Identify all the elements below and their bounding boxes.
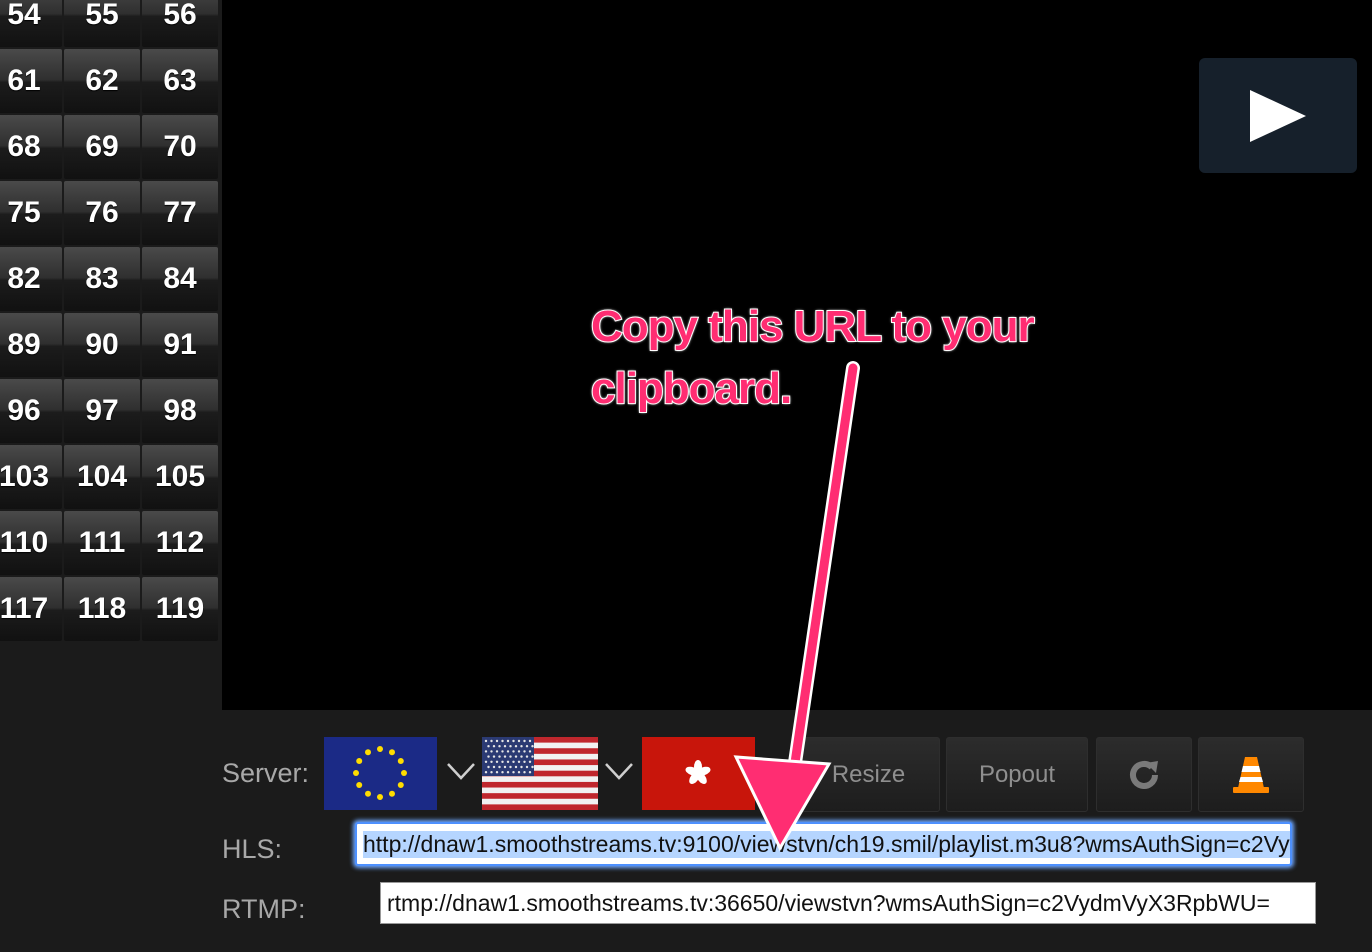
popout-label: Popout bbox=[978, 760, 1056, 788]
resize-label: Resize bbox=[831, 760, 906, 788]
channel-tile[interactable]: 69 bbox=[64, 115, 140, 179]
server-hk-button[interactable] bbox=[642, 737, 755, 810]
resize-button[interactable]: Resize bbox=[797, 737, 940, 812]
channel-sidebar: 54 55 56 61 62 63 68 69 70 75 76 77 82 83 84 89 90 91 96 97… bbox=[0, 0, 222, 952]
channel-tile[interactable]: 55 bbox=[64, 0, 140, 47]
us-flag-icon bbox=[482, 737, 598, 810]
rtmp-url-field[interactable]: rtmp://dnaw1.smoothstreams.tv:36650/view… bbox=[380, 882, 1316, 924]
channel-tile[interactable]: 112 bbox=[142, 511, 218, 575]
rtmp-label: RTMP: bbox=[222, 894, 306, 924]
channel-tile[interactable]: 119 bbox=[142, 577, 218, 641]
channel-tile[interactable]: 61 bbox=[0, 49, 62, 113]
channel-tile[interactable]: 98 bbox=[142, 379, 218, 443]
hls-url-field[interactable]: http://dnaw1.smoothstreams.tv:9100/views… bbox=[355, 822, 1292, 866]
annotation-callout: Copy this URL to your clipboard. bbox=[590, 301, 1036, 414]
channel-tile[interactable]: 89 bbox=[0, 313, 62, 377]
channel-grid: 54 55 56 61 62 63 68 69 70 75 76 77 82 83 84 89 90 91 96 97… bbox=[0, 0, 218, 641]
hls-url-value: http://dnaw1.smoothstreams.tv:9100/views… bbox=[363, 830, 1290, 858]
channel-tile[interactable]: 97 bbox=[64, 379, 140, 443]
chevron-down-icon[interactable] bbox=[604, 762, 634, 782]
channel-tile[interactable]: 104 bbox=[64, 445, 140, 509]
channel-tile[interactable]: 54 bbox=[0, 0, 62, 47]
refresh-icon bbox=[1130, 760, 1158, 789]
channel-tile[interactable]: 75 bbox=[0, 181, 62, 245]
play-icon bbox=[1250, 90, 1306, 142]
server-us-button[interactable] bbox=[482, 737, 598, 810]
channel-tile[interactable]: 83 bbox=[64, 247, 140, 311]
channel-tile[interactable]: 111 bbox=[64, 511, 140, 575]
channel-tile[interactable]: 90 bbox=[64, 313, 140, 377]
channel-tile[interactable]: 84 bbox=[142, 247, 218, 311]
channel-tile[interactable]: 96 bbox=[0, 379, 62, 443]
channel-tile[interactable]: 82 bbox=[0, 247, 62, 311]
eu-flag-icon bbox=[324, 737, 437, 810]
channel-tile[interactable]: 56 bbox=[142, 0, 218, 47]
channel-tile[interactable]: 118 bbox=[64, 577, 140, 641]
refresh-button[interactable] bbox=[1096, 737, 1192, 812]
vlc-button[interactable] bbox=[1198, 737, 1304, 812]
channel-tile[interactable]: 76 bbox=[64, 181, 140, 245]
channel-tile[interactable]: 110 bbox=[0, 511, 62, 575]
channel-tile[interactable]: 62 bbox=[64, 49, 140, 113]
channel-tile[interactable]: 68 bbox=[0, 115, 62, 179]
channel-tile[interactable]: 63 bbox=[142, 49, 218, 113]
chevron-down-icon[interactable] bbox=[446, 762, 476, 782]
server-label: Server: bbox=[222, 758, 310, 788]
channel-tile[interactable]: 103 bbox=[0, 445, 62, 509]
popout-button[interactable]: Popout bbox=[946, 737, 1088, 812]
channel-tile[interactable]: 91 bbox=[142, 313, 218, 377]
play-button[interactable] bbox=[1199, 58, 1357, 173]
hk-flag-icon bbox=[642, 737, 755, 810]
channel-tile[interactable]: 77 bbox=[142, 181, 218, 245]
channel-tile[interactable]: 70 bbox=[142, 115, 218, 179]
hls-label: HLS: bbox=[222, 834, 283, 864]
rtmp-url-value: rtmp://dnaw1.smoothstreams.tv:36650/view… bbox=[387, 889, 1270, 916]
channel-tile[interactable]: 105 bbox=[142, 445, 218, 509]
server-eu-button[interactable] bbox=[324, 737, 437, 810]
vlc-cone-icon bbox=[1233, 756, 1269, 793]
channel-tile[interactable]: 117 bbox=[0, 577, 62, 641]
player-controls: Server: Resize Popout HLS: http://dnaw1.… bbox=[222, 710, 1372, 952]
